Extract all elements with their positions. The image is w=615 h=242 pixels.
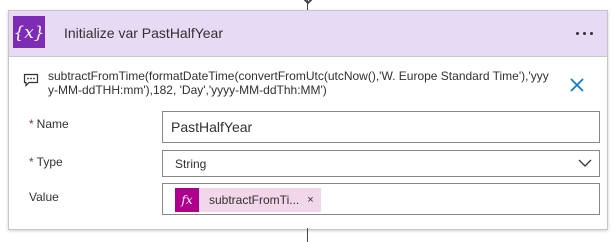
more-options-button[interactable] [569, 23, 599, 43]
flow-connector-bottom [307, 228, 308, 242]
variable-glyph: {x} [14, 23, 44, 43]
close-icon[interactable] [567, 75, 587, 95]
fx-icon: fx [175, 188, 199, 212]
action-card: {x} Initialize var PastHalfYear subtract… [8, 10, 608, 230]
name-input[interactable]: PastHalfYear [162, 111, 600, 143]
expression-token[interactable]: fx subtractFromTi... × [175, 188, 321, 212]
more-dot [582, 31, 586, 35]
token-label: subtractFromTi... [209, 193, 300, 207]
arrow-down-icon [303, 0, 313, 5]
comment-text[interactable]: subtractFromTime(formatDateTime(convertF… [48, 69, 553, 97]
required-marker: * [29, 117, 34, 131]
value-input[interactable]: fx subtractFromTi... × [162, 183, 600, 215]
type-label-text: Type [36, 155, 63, 169]
svg-text:{x}: {x} [14, 23, 44, 43]
name-label-text: Name [36, 117, 69, 131]
token-remove-button[interactable]: × [307, 194, 320, 206]
card-header[interactable]: {x} Initialize var PastHalfYear [9, 11, 607, 57]
type-selected-value: String [175, 157, 207, 171]
chevron-down-icon [578, 159, 592, 167]
more-dot [575, 31, 579, 35]
more-dot [589, 31, 593, 35]
name-input-value: PastHalfYear [171, 119, 253, 135]
curly-braces-x-icon: {x} [13, 16, 45, 48]
type-dropdown[interactable]: String [162, 150, 600, 177]
value-label-text: Value [29, 190, 59, 204]
card-title: Initialize var PastHalfYear [64, 25, 224, 41]
value-label: Value [29, 190, 59, 204]
comment-icon [23, 73, 39, 87]
name-label: * Name [29, 117, 69, 131]
required-marker: * [29, 155, 34, 169]
type-label: * Type [29, 155, 63, 169]
